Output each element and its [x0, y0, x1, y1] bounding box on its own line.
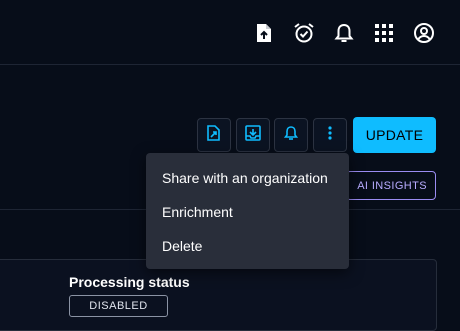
bell-icon: [283, 125, 299, 146]
menu-item-enrichment[interactable]: Enrichment: [146, 195, 349, 229]
status-badge: DISABLED: [69, 295, 168, 317]
file-upload-icon[interactable]: [253, 22, 275, 44]
menu-item-share[interactable]: Share with an organization: [146, 161, 349, 195]
top-bar: [0, 0, 460, 65]
alarm-check-icon[interactable]: [293, 22, 315, 44]
details-card: [0, 259, 437, 331]
ai-insights-button[interactable]: AI INSIGHTS: [346, 171, 436, 200]
more-actions-button[interactable]: [313, 118, 347, 152]
notify-button[interactable]: [274, 118, 308, 152]
more-actions-menu: Share with an organization Enrichment De…: [146, 153, 349, 269]
menu-item-delete[interactable]: Delete: [146, 229, 349, 263]
file-export-icon: [207, 124, 221, 146]
download-icon: [245, 124, 261, 146]
bell-icon[interactable]: [333, 22, 355, 44]
more-vertical-icon: [328, 125, 332, 145]
update-button[interactable]: UPDATE: [353, 117, 436, 153]
apps-grid-icon[interactable]: [373, 22, 395, 44]
processing-status-label: Processing status: [69, 274, 190, 290]
download-button[interactable]: [236, 118, 270, 152]
account-circle-icon[interactable]: [413, 22, 435, 44]
export-button[interactable]: [197, 118, 231, 152]
